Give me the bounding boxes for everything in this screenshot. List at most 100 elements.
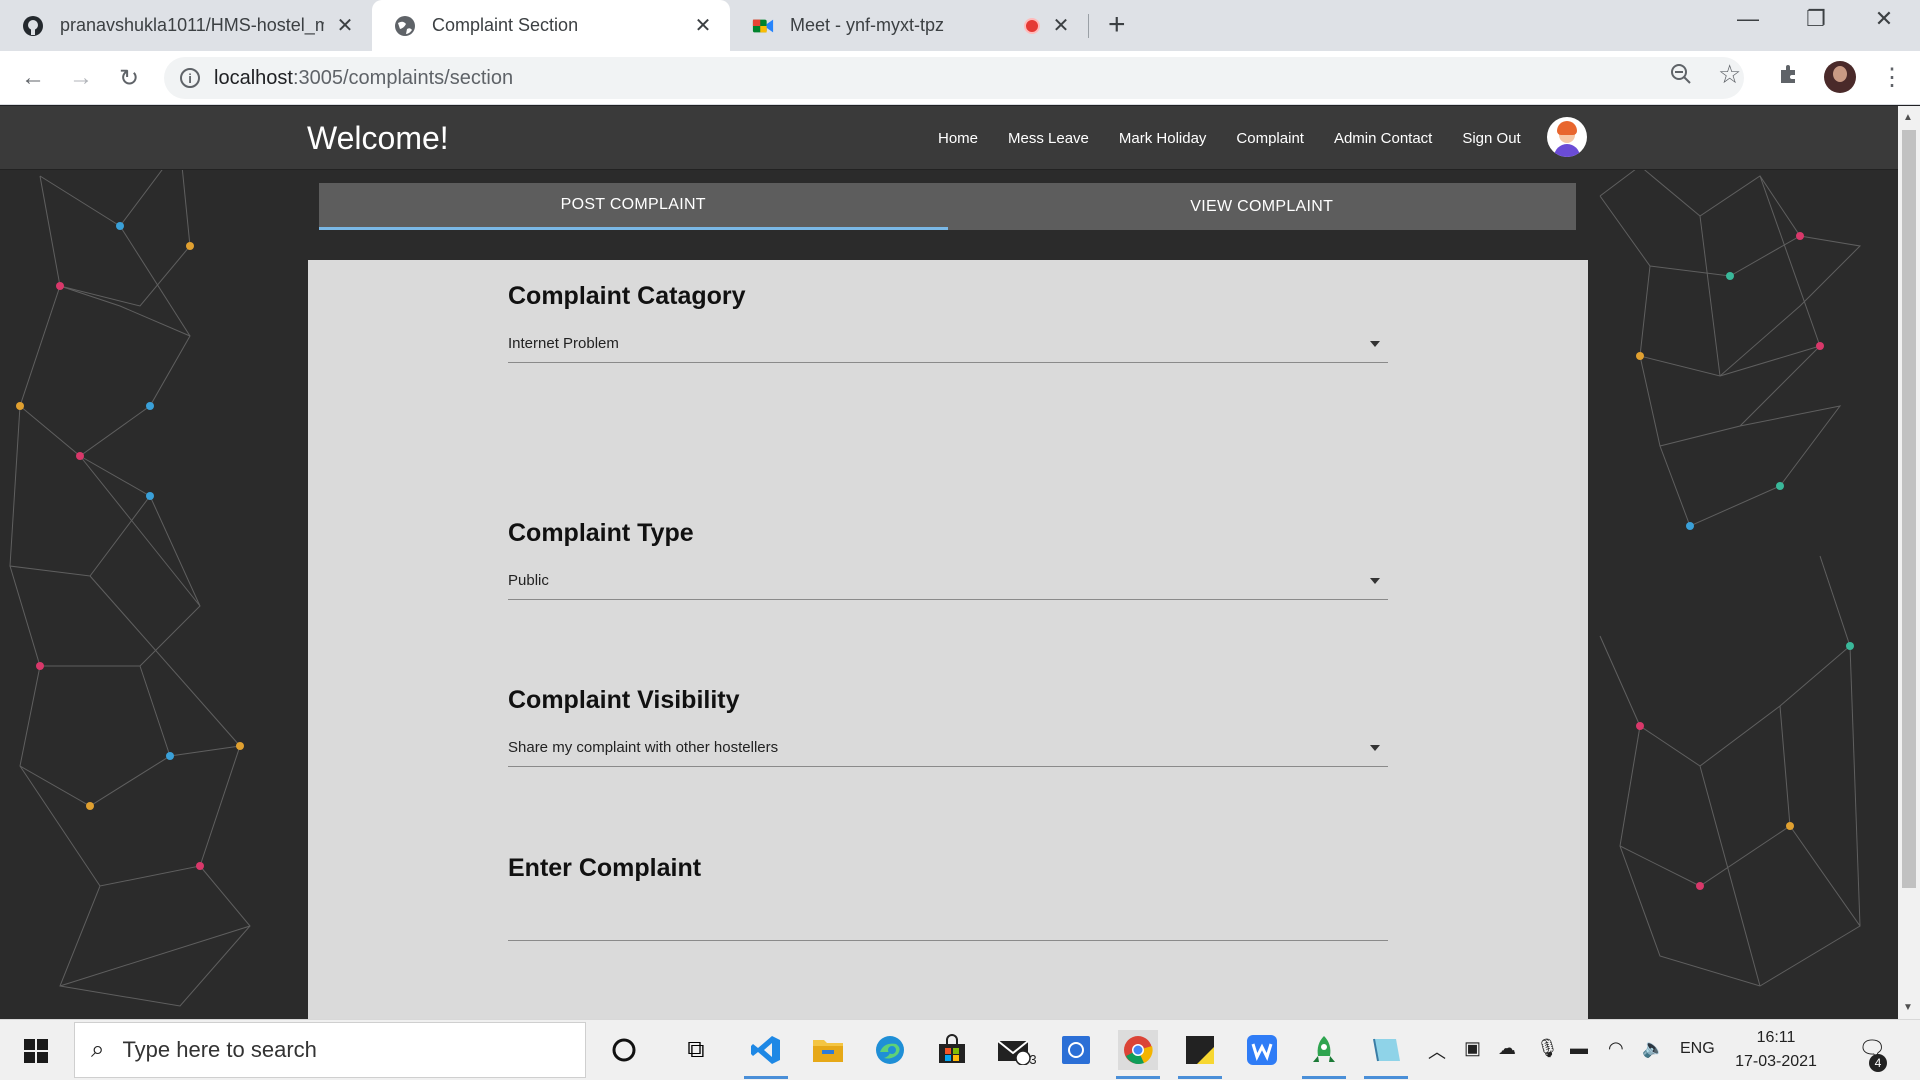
active-app-indicator [744,1076,788,1079]
enter-complaint-label: Enter Complaint [508,854,702,882]
complaint-form-card: Complaint Catagory Internet Problem Comp… [308,260,1588,1019]
close-window-icon[interactable]: ✕ [1854,6,1914,32]
sticky-notes-icon[interactable] [1180,1030,1220,1070]
globe-icon [394,15,416,37]
browser-tab-github[interactable]: pranavshukla1011/HMS-hostel_m ✕ [0,0,372,51]
url-host: localhost [214,66,293,89]
back-icon[interactable]: ← [18,63,48,93]
tab-title: Meet - ynf-myxt-tpz [790,15,945,35]
dropdown-caret-icon [1370,341,1380,347]
chrome-menu-icon[interactable]: ⋮ [1880,63,1904,92]
active-app-indicator [1302,1076,1346,1079]
github-icon [22,15,44,37]
dropdown-caret-icon [1370,578,1380,584]
complaint-tabs: POST COMPLAINT VIEW COMPLAINT [319,183,1576,230]
complaint-category-field: Complaint Catagory Internet Problem [508,282,1388,363]
profile-avatar[interactable] [1824,61,1856,93]
edge-icon[interactable] [870,1030,910,1070]
bookmark-star-icon[interactable]: ☆ [1718,59,1741,90]
complaint-category-label: Complaint Catagory [508,282,746,310]
site-info-icon[interactable]: i [180,68,200,88]
extensions-icon[interactable] [1778,63,1800,91]
page-scrollbar[interactable]: ▲ ▼ [1898,106,1920,1019]
close-tab-icon[interactable]: ✕ [692,13,714,38]
scroll-down-icon[interactable]: ▼ [1903,1002,1913,1013]
reload-icon[interactable]: ↻ [114,63,144,93]
onedrive-icon[interactable]: ☁ [1498,1038,1516,1059]
active-app-indicator [1364,1076,1408,1079]
browser-tab-meet[interactable]: Meet - ynf-myxt-tpz ✕ [730,0,1088,51]
dropdown-caret-icon [1370,745,1380,751]
url-path: :3005/complaints/section [292,66,514,89]
enter-complaint-field: Enter Complaint [508,854,1388,941]
browser-tab-strip: pranavshukla1011/HMS-hostel_m ✕ Complain… [0,0,1920,51]
tab-title: Complaint Section [432,15,579,35]
rocket-app-icon[interactable] [1304,1030,1344,1070]
complaint-category-select[interactable]: Internet Problem [508,329,1388,363]
notepad-app-icon[interactable] [1366,1030,1406,1070]
mail-badge: 3 [1029,1052,1037,1067]
complaint-text-input[interactable] [508,901,1388,941]
microphone-icon[interactable]: 🎙 [1536,1038,1559,1059]
nav-complaint[interactable]: Complaint [1236,130,1304,147]
system-clock[interactable]: 16:11 17-03-2021 [1728,1026,1824,1074]
windows-start-icon[interactable] [24,1039,48,1063]
file-explorer-icon[interactable] [808,1030,848,1070]
complaint-visibility-field: Complaint Visibility Share my complaint … [508,686,1388,767]
scroll-up-icon[interactable]: ▲ [1903,112,1913,123]
search-icon: ⌕ [91,1036,105,1063]
clock-date: 17-03-2021 [1735,1053,1817,1070]
complaint-visibility-value: Share my complaint with other hostellers [508,739,779,756]
recording-icon [1024,17,1040,34]
brand-title: Welcome! [307,120,449,156]
show-hidden-icons-icon[interactable]: ︿ [1428,1038,1446,1064]
tab-divider [1088,14,1089,38]
scrollbar-thumb[interactable] [1902,130,1916,888]
close-tab-icon[interactable]: ✕ [1050,13,1072,38]
tab-post-complaint[interactable]: POST COMPLAINT [319,183,948,230]
meet-now-icon[interactable]: ▣ [1464,1038,1481,1059]
complaint-visibility-select[interactable]: Share my complaint with other hostellers [508,733,1388,767]
wps-office-icon[interactable] [1242,1030,1282,1070]
complaint-type-field: Complaint Type Public [508,519,1388,600]
google-meet-icon [752,15,774,37]
app-blue-square-icon[interactable] [1056,1030,1096,1070]
wifi-icon[interactable]: ◠ [1608,1038,1624,1059]
taskbar-search-placeholder: Type here to search [122,1037,317,1062]
active-app-indicator [1178,1076,1222,1079]
volume-icon[interactable]: 🔈 [1642,1038,1664,1059]
battery-icon[interactable]: ▬ [1570,1038,1588,1059]
page-viewport: Welcome! Home Mess Leave Mark Holiday Co… [0,106,1898,1019]
complaint-type-label: Complaint Type [508,519,694,547]
task-view-icon[interactable]: ⧉ [676,1030,716,1070]
complaint-type-value: Public [508,572,549,589]
new-tab-icon[interactable]: + [1108,10,1126,40]
restore-icon[interactable]: ❐ [1786,6,1846,32]
vscode-icon[interactable] [746,1030,786,1070]
nav-home[interactable]: Home [938,130,978,147]
browser-tab-complaint-section[interactable]: Complaint Section ✕ [372,0,730,51]
tab-title: pranavshukla1011/HMS-hostel_m [60,15,324,35]
cortana-icon[interactable] [604,1030,644,1070]
address-bar[interactable]: i localhost:3005/complaints/section [164,57,1744,99]
zoom-icon[interactable] [1670,63,1692,91]
nav-admin-contact[interactable]: Admin Contact [1334,130,1432,147]
complaint-type-select[interactable]: Public [508,566,1388,600]
language-indicator[interactable]: ENG [1680,1040,1715,1058]
clock-time: 16:11 [1756,1029,1796,1046]
user-avatar[interactable] [1547,117,1587,157]
nav-sign-out[interactable]: Sign Out [1462,130,1520,147]
chrome-icon[interactable] [1118,1030,1158,1070]
complaint-visibility-label: Complaint Visibility [508,686,740,714]
microsoft-store-icon[interactable] [932,1030,972,1070]
nav-mark-holiday[interactable]: Mark Holiday [1119,130,1207,147]
nav-mess-leave[interactable]: Mess Leave [1008,130,1089,147]
forward-icon[interactable]: → [66,63,96,93]
minimize-icon[interactable]: — [1718,6,1778,32]
taskbar-search-box[interactable]: ⌕ Type here to search [74,1022,586,1078]
windows-taskbar: ⌕ Type here to search ⧉ 3 ︿ ▣ ☁ � [0,1019,1920,1080]
notification-count: 4 [1869,1054,1887,1072]
active-app-indicator [1116,1076,1160,1079]
close-tab-icon[interactable]: ✕ [334,13,356,38]
tab-view-complaint[interactable]: VIEW COMPLAINT [948,183,1577,230]
